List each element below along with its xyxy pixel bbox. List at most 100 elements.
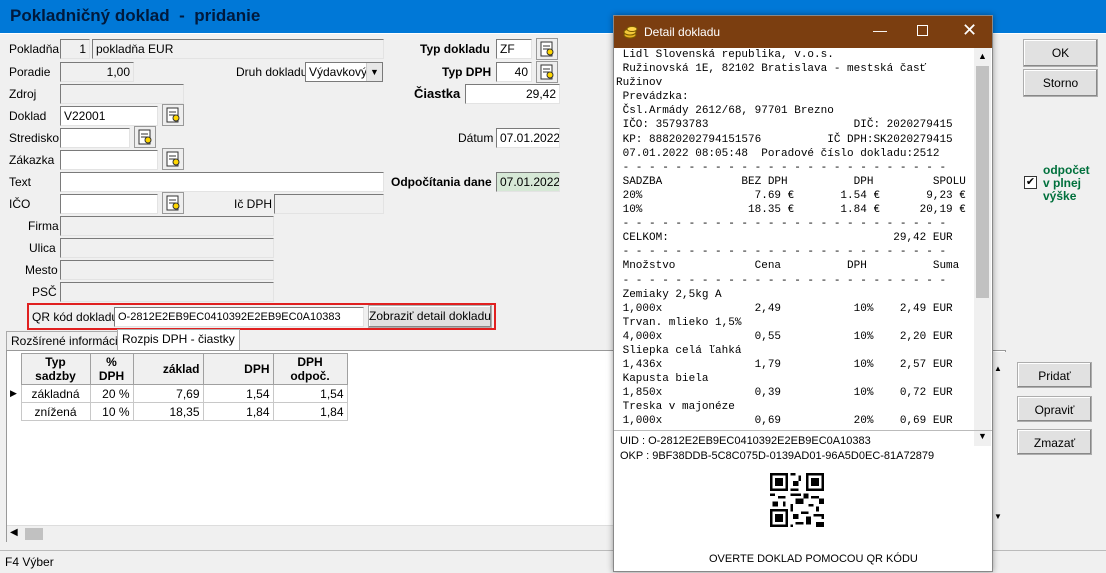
odpocet-checkbox[interactable]: ✔ bbox=[1024, 176, 1037, 189]
column-header[interactable]: základ bbox=[132, 353, 204, 385]
column-header[interactable]: DPH bbox=[202, 353, 274, 385]
receipt-line: 1,436x 1,79 10% 2,57 EUR bbox=[616, 359, 953, 372]
mesto-field[interactable] bbox=[60, 260, 274, 280]
scroll-up-icon[interactable]: ▲ bbox=[978, 51, 987, 61]
text-label: Text bbox=[9, 175, 32, 189]
ciastka-field[interactable]: 29,42 bbox=[465, 84, 560, 104]
druh-dokladu-label: Druh dokladu bbox=[236, 65, 308, 79]
table-cell[interactable]: 1,84 bbox=[202, 402, 274, 421]
pridat-button[interactable]: Pridať bbox=[1017, 362, 1092, 388]
receipt-line: 20% 7.69 € 1.54 € 9,23 € bbox=[616, 189, 966, 202]
receipt-line: 10% 18.35 € 1.84 € 20,19 € bbox=[616, 204, 966, 217]
scroll-down-icon[interactable]: ▼ bbox=[994, 512, 1002, 521]
window-title: Pokladničný doklad - pridanie bbox=[10, 6, 261, 25]
typ-dph-label: Typ DPH bbox=[442, 65, 492, 79]
ulica-field[interactable] bbox=[60, 238, 274, 258]
opravit-button[interactable]: Opraviť bbox=[1017, 396, 1092, 422]
scroll-up-icon[interactable]: ▲ bbox=[994, 364, 1002, 373]
show-detail-button[interactable]: Zobraziť detail dokladu bbox=[368, 305, 492, 328]
qr-field[interactable]: O-2812E2EB9EC0410392E2EB9EC0A10383 bbox=[114, 307, 364, 327]
tab-rozsirene-informacie[interactable]: Rozšírené informácie bbox=[6, 331, 130, 350]
druh-dokladu-select[interactable]: Výdavkový ▼ bbox=[305, 62, 383, 82]
icdph-label: Ič DPH bbox=[234, 197, 273, 211]
table-row[interactable]: ▶ základná 20 % 7,69 1,54 1,54 bbox=[7, 384, 348, 403]
receipt-line: Trvan. mlieko 1,5% bbox=[616, 316, 742, 329]
receipt-line: 1,000x 0,69 20% 0,69 EUR bbox=[616, 415, 953, 428]
receipt-line: Ružinov bbox=[616, 77, 663, 90]
scroll-thumb[interactable] bbox=[25, 528, 43, 540]
scroll-thumb[interactable] bbox=[976, 66, 989, 298]
table-cell[interactable]: 10 % bbox=[89, 402, 134, 421]
odpocitania-field[interactable]: 07.01.2022 bbox=[496, 172, 560, 192]
pokladna-number[interactable]: 1 bbox=[60, 39, 90, 59]
druh-dokladu-value: Výdavkový bbox=[309, 65, 368, 79]
odpocet-label-line3: výške bbox=[1043, 189, 1077, 203]
stredisko-label: Stredisko bbox=[9, 131, 60, 145]
receipt-line: 4,000x 0,55 10% 2,20 EUR bbox=[616, 330, 953, 343]
typ-dph-lookup-button[interactable] bbox=[536, 61, 558, 83]
icdph-field[interactable] bbox=[274, 194, 384, 214]
pokladna-label: Pokladňa bbox=[9, 42, 60, 56]
table-cell[interactable]: 1,84 bbox=[272, 402, 348, 421]
zakazka-label: Zákazka bbox=[9, 153, 55, 167]
popup-title: Detail dokladu bbox=[644, 25, 721, 39]
ok-button[interactable]: OK bbox=[1023, 39, 1098, 67]
ico-lookup-button[interactable] bbox=[162, 192, 184, 214]
ulica-label: Ulica bbox=[29, 241, 56, 255]
firma-field[interactable] bbox=[60, 216, 274, 236]
status-text: F4 Výber bbox=[5, 555, 54, 569]
maximize-icon[interactable] bbox=[917, 25, 928, 36]
receipt-line: Čsl.Armády 2612/68, 97701 Brezno bbox=[616, 105, 834, 118]
pokladna-name[interactable]: pokladňa EUR bbox=[92, 39, 384, 59]
typ-dokladu-lookup-button[interactable] bbox=[536, 38, 558, 60]
tab-rozpis-dph[interactable]: Rozpis DPH - čiastky bbox=[117, 329, 240, 350]
table-cell[interactable]: znížená bbox=[20, 402, 91, 421]
poradie-field[interactable]: 1,00 bbox=[60, 62, 134, 82]
close-icon[interactable]: ✕ bbox=[962, 20, 977, 41]
table-cell[interactable]: 1,54 bbox=[202, 384, 274, 403]
receipt-line: 1,000x 2,49 10% 2,49 EUR bbox=[616, 302, 953, 315]
storno-button[interactable]: Storno bbox=[1023, 69, 1098, 97]
row-pointer-icon: ▶ bbox=[10, 388, 17, 398]
table-cell[interactable]: základná bbox=[20, 384, 91, 403]
zakazka-field[interactable] bbox=[60, 150, 158, 170]
typ-dph-field[interactable]: 40 bbox=[496, 62, 532, 82]
column-header[interactable]: DPH odpoč. bbox=[272, 353, 348, 385]
receipt-line: Množstvo Cena DPH Suma bbox=[616, 260, 960, 273]
psc-field[interactable] bbox=[60, 282, 274, 302]
zdroj-field[interactable] bbox=[60, 84, 184, 104]
receipt-scrollbar[interactable]: ▲ ▼ bbox=[974, 48, 991, 446]
datum-field[interactable]: 07.01.2022 bbox=[496, 128, 560, 148]
scroll-down-icon[interactable]: ▼ bbox=[978, 431, 987, 441]
receipt-line: Zemiaky 2,5kg A bbox=[616, 288, 722, 301]
lookup-icon bbox=[540, 64, 554, 80]
receipt-line: IČO: 35793783 DIČ: 2020279415 bbox=[616, 119, 953, 132]
minimize-icon[interactable]: — bbox=[873, 22, 887, 38]
divider bbox=[614, 430, 992, 431]
column-header[interactable]: Typ sadzby bbox=[20, 353, 91, 385]
stredisko-lookup-button[interactable] bbox=[134, 126, 156, 148]
stredisko-field[interactable] bbox=[60, 128, 130, 148]
table-row[interactable]: znížená 10 % 18,35 1,84 1,84 bbox=[7, 402, 348, 421]
lookup-icon bbox=[540, 41, 554, 57]
ico-field[interactable] bbox=[60, 194, 158, 214]
table-cell[interactable]: 1,54 bbox=[272, 384, 348, 403]
scroll-left-icon[interactable]: ◀ bbox=[10, 527, 18, 538]
zmazat-button[interactable]: Zmazať bbox=[1017, 429, 1092, 455]
table-cell[interactable]: 7,69 bbox=[132, 384, 204, 403]
receipt-line: 1,850x 0,39 10% 0,72 EUR bbox=[616, 387, 953, 400]
popup-title-bar[interactable]: Detail dokladu — ✕ bbox=[614, 16, 992, 48]
column-header[interactable]: % DPH bbox=[89, 353, 134, 385]
text-field[interactable] bbox=[60, 172, 384, 192]
ciastka-label: Čiastka bbox=[414, 86, 461, 101]
vertical-scrollbar[interactable]: ▲ ▼ bbox=[993, 352, 1006, 542]
table-cell[interactable]: 20 % bbox=[89, 384, 134, 403]
odpocet-label-line2: v plnej bbox=[1043, 176, 1082, 190]
doklad-field[interactable]: V22001 bbox=[60, 106, 158, 126]
typ-dokladu-field[interactable]: ZF bbox=[496, 39, 532, 59]
zakazka-lookup-button[interactable] bbox=[162, 148, 184, 170]
table-cell[interactable]: 18,35 bbox=[132, 402, 204, 421]
doklad-lookup-button[interactable] bbox=[162, 104, 184, 126]
qr-label: QR kód dokladu bbox=[32, 310, 119, 324]
receipt-line: - - - - - - - - - - - - - - - - - - - - … bbox=[616, 246, 947, 259]
